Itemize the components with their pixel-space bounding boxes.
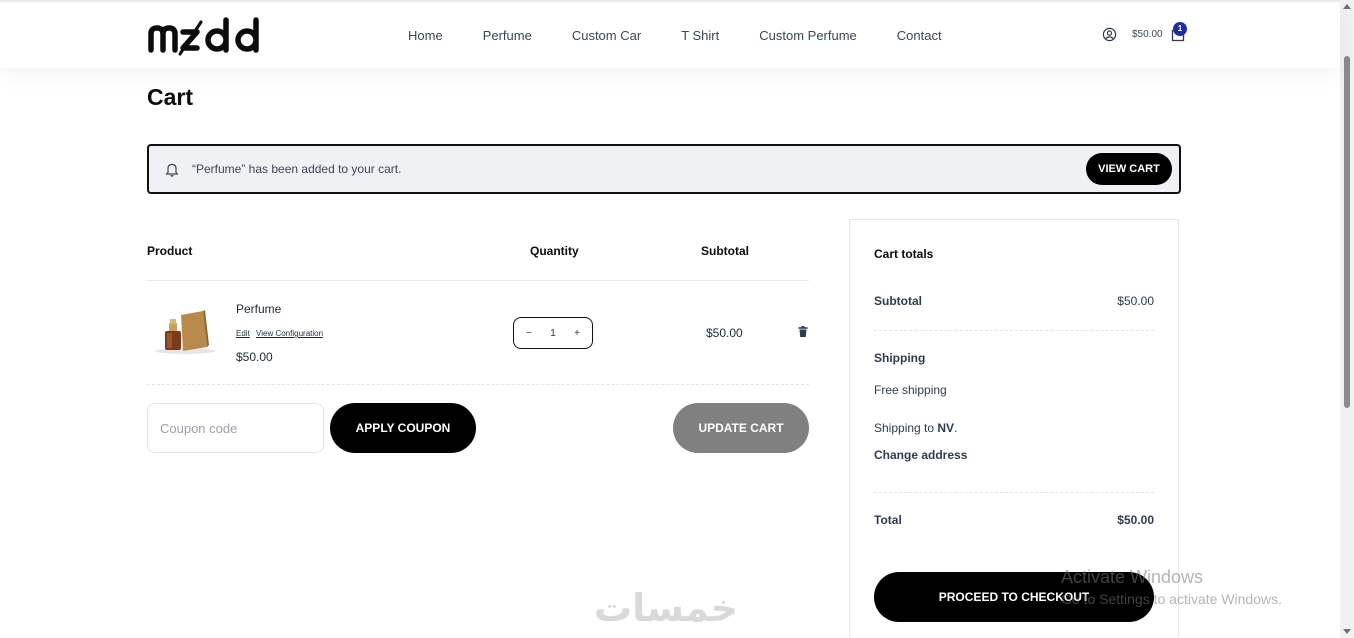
- trash-icon[interactable]: [798, 326, 808, 337]
- shipping-label: Shipping: [874, 351, 926, 365]
- total-value: $50.00: [1117, 513, 1154, 527]
- product-name-link[interactable]: Perfume: [236, 302, 281, 316]
- shipping-method: Free shipping: [874, 383, 947, 397]
- header-cart-total[interactable]: $50.00: [1132, 29, 1163, 40]
- nav-contact[interactable]: Contact: [897, 28, 942, 43]
- page-scrollbar[interactable]: [1340, 0, 1354, 638]
- shipping-region: NV: [937, 421, 955, 435]
- increase-quantity-button[interactable]: +: [574, 328, 580, 339]
- totals-divider: [874, 330, 1154, 331]
- nav-t-shirt[interactable]: T Shirt: [681, 28, 719, 43]
- user-account-icon[interactable]: [1102, 27, 1117, 42]
- shipping-destination-prefix: Shipping to: [874, 421, 938, 435]
- decrease-quantity-button[interactable]: −: [526, 328, 532, 339]
- nav-custom-car[interactable]: Custom Car: [572, 28, 641, 43]
- site-logo[interactable]: [147, 14, 273, 56]
- scroll-down-arrow-icon[interactable]: [1343, 629, 1351, 634]
- totals-divider: [874, 492, 1154, 493]
- added-to-cart-notice: “Perfume” has been added to your cart. V…: [147, 144, 1181, 194]
- quantity-value[interactable]: 1: [550, 328, 556, 339]
- shipping-destination-suffix: .: [954, 421, 958, 435]
- khamsat-watermark: خمسات: [594, 586, 738, 630]
- nav-home[interactable]: Home: [408, 28, 443, 43]
- notice-message: “Perfume” has been added to your cart.: [192, 162, 402, 176]
- perfume-product-image[interactable]: [151, 307, 217, 355]
- cart-count-badge: 1: [1173, 22, 1187, 36]
- activation-subtitle: Go to Settings to activate Windows.: [1061, 591, 1282, 607]
- nav-custom-perfume[interactable]: Custom Perfume: [759, 28, 857, 43]
- shipping-destination: Shipping to NV.: [874, 421, 957, 435]
- coupon-code-input[interactable]: [147, 403, 324, 453]
- update-cart-button[interactable]: UPDATE CART: [673, 403, 809, 453]
- view-cart-button[interactable]: VIEW CART: [1086, 153, 1172, 185]
- total-label: Total: [874, 513, 902, 527]
- apply-coupon-button[interactable]: APPLY COUPON: [330, 403, 476, 453]
- scroll-up-arrow-icon[interactable]: [1343, 4, 1351, 9]
- view-configuration-link[interactable]: View Configuration: [256, 329, 323, 338]
- bell-icon: [165, 163, 179, 177]
- scrollbar-thumb[interactable]: [1344, 56, 1350, 408]
- column-header-product: Product: [147, 244, 193, 258]
- site-header: Home Perfume Custom Car T Shirt Custom P…: [0, 0, 1340, 68]
- main-nav: Home Perfume Custom Car T Shirt Custom P…: [408, 28, 982, 43]
- page-title: Cart: [147, 84, 194, 110]
- subtotal-value: $50.00: [1117, 294, 1154, 308]
- column-header-subtotal: Subtotal: [701, 244, 749, 258]
- product-unit-price: $50.00: [236, 350, 273, 364]
- windows-activation-overlay: Activate Windows Go to Settings to activ…: [1061, 567, 1282, 607]
- table-divider: [147, 280, 809, 281]
- product-actions: Edit View Configuration: [236, 329, 327, 338]
- subtotal-label: Subtotal: [874, 294, 922, 308]
- row-subtotal: $50.00: [706, 326, 743, 340]
- activation-title: Activate Windows: [1061, 567, 1204, 587]
- cart-totals-title: Cart totals: [874, 247, 934, 261]
- nav-perfume[interactable]: Perfume: [483, 28, 532, 43]
- change-address-link[interactable]: Change address: [874, 448, 967, 462]
- edit-link[interactable]: Edit: [236, 329, 250, 338]
- table-divider: [147, 384, 809, 385]
- quantity-stepper: − 1 +: [513, 317, 593, 349]
- column-header-quantity: Quantity: [530, 244, 579, 258]
